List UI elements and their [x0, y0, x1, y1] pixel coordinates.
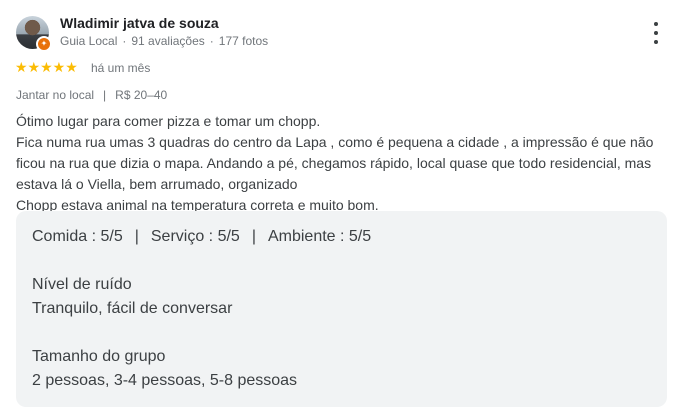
details-separator: |: [103, 88, 107, 102]
reviewer-role: Guia Local: [60, 34, 118, 48]
subratings: Comida : 5/5 | Serviço : 5/5 | Ambiente : 5/…: [32, 228, 371, 246]
dining-type: Jantar no local: [16, 88, 95, 102]
reviews-count: 91 avaliações: [131, 34, 205, 48]
reviewer-meta: Guia Local · 91 avaliações · 177 fotos: [60, 34, 268, 48]
review-date: há um mês: [91, 61, 151, 75]
review-line: estava lá o Viella, bem arrumado, organi…: [16, 176, 298, 192]
subrating-separator: |: [251, 228, 256, 245]
meta-separator: ·: [122, 34, 127, 48]
local-guide-badge-icon: ✦: [36, 36, 52, 52]
more-vert-icon[interactable]: [646, 22, 666, 44]
group-size-label: Tamanho do grupo: [32, 348, 166, 365]
review-line: Fica numa rua umas 3 quadras do centro d…: [16, 134, 654, 150]
subrating-separator: |: [134, 228, 139, 245]
ambience-rating: Ambiente : 5/5: [267, 228, 372, 245]
group-size-value: 2 pessoas, 3-4 pessoas, 5-8 pessoas: [32, 372, 298, 389]
dining-details: Jantar no local | R$ 20–40: [16, 88, 167, 102]
photos-count: 177 fotos: [218, 34, 269, 48]
review-line: Ótimo lugar para comer pizza e tomar um …: [16, 113, 321, 129]
noise-level-value: Tranquilo, fácil de conversar: [32, 300, 233, 317]
review-line: ficou na rua que dizia o mapa. Andando a…: [16, 155, 652, 171]
reviewer-name[interactable]: Wladimir jatva de souza: [60, 15, 219, 31]
noise-level-label: Nível de ruído: [32, 276, 132, 293]
service-rating: Serviço : 5/5: [150, 228, 240, 245]
review-text: Ótimo lugar para comer pizza e tomar um …: [16, 111, 666, 216]
meta-separator: ·: [209, 34, 214, 48]
food-rating: Comida : 5/5: [32, 228, 123, 245]
star-rating: ★★★★★: [15, 59, 78, 75]
price-range: R$ 20–40: [115, 88, 168, 102]
